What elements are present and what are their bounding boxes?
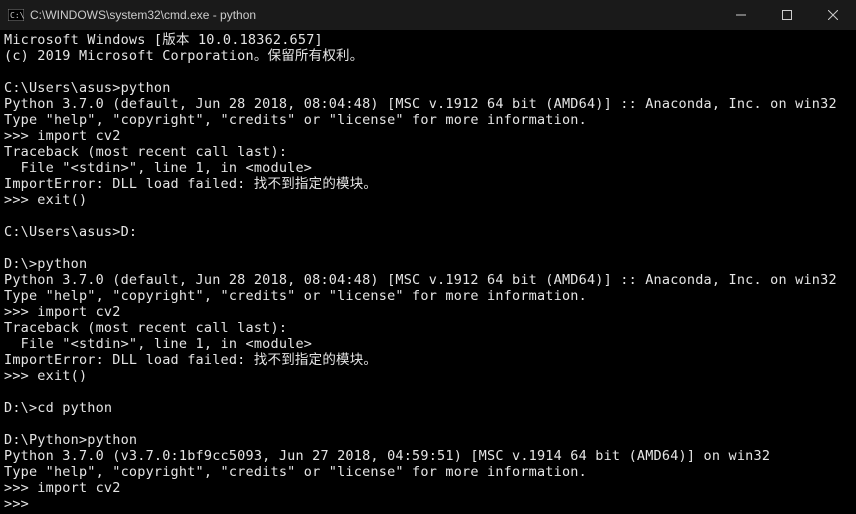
terminal-line: Traceback (most recent call last): <box>4 320 287 336</box>
window-controls <box>718 0 856 30</box>
close-button[interactable] <box>810 0 856 30</box>
terminal-line: D:\>cd python <box>4 400 112 416</box>
terminal-line: >>> <box>4 496 29 512</box>
terminal-line: Type "help", "copyright", "credits" or "… <box>4 288 587 304</box>
titlebar[interactable]: C:\ C:\WINDOWS\system32\cmd.exe - python <box>0 0 856 30</box>
terminal-line: ImportError: DLL load failed: 找不到指定的模块。 <box>4 176 377 192</box>
terminal-line: >>> exit() <box>4 368 87 384</box>
terminal-line: >>> import cv2 <box>4 128 121 144</box>
cmd-icon: C:\ <box>8 7 24 23</box>
terminal-line: File "<stdin>", line 1, in <module> <box>4 160 312 176</box>
terminal-line: Python 3.7.0 (default, Jun 28 2018, 08:0… <box>4 96 837 112</box>
terminal-line: C:\Users\asus>D: <box>4 224 137 240</box>
minimize-button[interactable] <box>718 0 764 30</box>
terminal-line: Python 3.7.0 (default, Jun 28 2018, 08:0… <box>4 272 837 288</box>
terminal-line: Type "help", "copyright", "credits" or "… <box>4 464 587 480</box>
terminal-line: Microsoft Windows [版本 10.0.18362.657] <box>4 32 323 48</box>
terminal-line: ImportError: DLL load failed: 找不到指定的模块。 <box>4 352 377 368</box>
terminal-line: File "<stdin>", line 1, in <module> <box>4 336 312 352</box>
terminal-line: >>> import cv2 <box>4 304 121 320</box>
window-title: C:\WINDOWS\system32\cmd.exe - python <box>30 8 718 22</box>
terminal-line: (c) 2019 Microsoft Corporation。保留所有权利。 <box>4 48 363 64</box>
svg-text:C:\: C:\ <box>10 11 24 20</box>
terminal-line: C:\Users\asus>python <box>4 80 171 96</box>
terminal-line: Traceback (most recent call last): <box>4 144 287 160</box>
maximize-button[interactable] <box>764 0 810 30</box>
terminal-line: D:\>python <box>4 256 87 272</box>
terminal-output[interactable]: Microsoft Windows [版本 10.0.18362.657] (c… <box>0 30 856 514</box>
terminal-line: Type "help", "copyright", "credits" or "… <box>4 112 587 128</box>
terminal-line: >>> import cv2 <box>4 480 121 496</box>
window: C:\ C:\WINDOWS\system32\cmd.exe - python… <box>0 0 856 514</box>
terminal-line: >>> exit() <box>4 192 87 208</box>
terminal-line: Python 3.7.0 (v3.7.0:1bf9cc5093, Jun 27 … <box>4 448 770 464</box>
terminal-line: D:\Python>python <box>4 432 137 448</box>
